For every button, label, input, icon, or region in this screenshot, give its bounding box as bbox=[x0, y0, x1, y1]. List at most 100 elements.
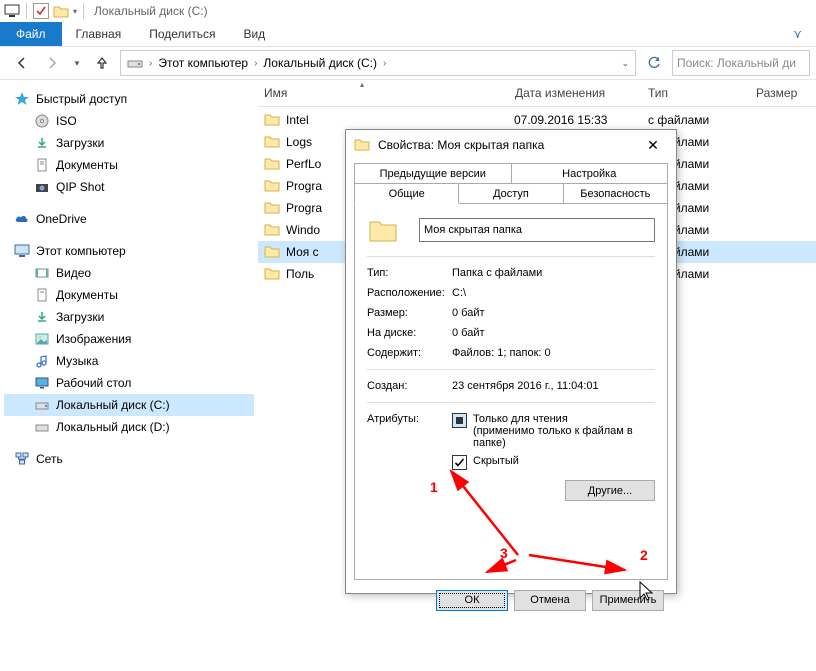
desktop-icon bbox=[34, 375, 50, 391]
tab-panel-general: Тип:Папка с файлами Расположение:C:\ Раз… bbox=[354, 204, 668, 580]
drive-icon bbox=[123, 55, 147, 71]
sidebar: Быстрый доступ ISO Загрузки Документы QI… bbox=[0, 80, 258, 671]
sidebar-item-drive-d[interactable]: Локальный диск (D:) bbox=[4, 416, 254, 438]
column-headers[interactable]: Имя ▴ Дата изменения Тип Размер bbox=[258, 80, 816, 107]
tab-general[interactable]: Общие bbox=[354, 183, 459, 204]
drive-icon bbox=[34, 397, 50, 413]
row-type: с файлами bbox=[648, 113, 816, 127]
sidebar-item-desktop[interactable]: Рабочий стол bbox=[4, 372, 254, 394]
checkbox-box-icon bbox=[452, 413, 467, 428]
ribbon-tab-home[interactable]: Главная bbox=[62, 22, 136, 46]
search-input[interactable]: Поиск: Локальный ди bbox=[672, 50, 810, 76]
sidebar-network[interactable]: Сеть bbox=[4, 448, 254, 470]
sidebar-item-qipshot[interactable]: QIP Shot bbox=[4, 176, 254, 198]
sidebar-thispc[interactable]: Этот компьютер bbox=[4, 240, 254, 262]
label-location: Расположение: bbox=[367, 287, 452, 299]
tab-prev-versions[interactable]: Предыдущие версии bbox=[354, 163, 512, 184]
value-size: 0 байт bbox=[452, 307, 485, 319]
forward-button[interactable] bbox=[40, 51, 64, 75]
other-attributes-button[interactable]: Другие... bbox=[565, 480, 655, 501]
label-attributes: Атрибуты: bbox=[367, 413, 452, 501]
camera-icon bbox=[34, 179, 50, 195]
folder-icon bbox=[264, 112, 280, 129]
folder-icon bbox=[264, 200, 280, 217]
value-created: 23 сентября 2016 г., 11:04:01 bbox=[452, 380, 599, 392]
col-date[interactable]: Дата изменения bbox=[515, 86, 605, 100]
checkbox-box-icon bbox=[452, 455, 467, 470]
folder-icon bbox=[53, 4, 69, 18]
checkbox-readonly[interactable]: Только для чтения(применимо только к фай… bbox=[452, 413, 655, 449]
properties-dialog: Свойства: Моя скрытая папка ✕ Предыдущие… bbox=[345, 129, 677, 594]
ribbon-file[interactable]: Файл bbox=[0, 22, 62, 46]
sidebar-item-documents[interactable]: Документы bbox=[4, 284, 254, 306]
nav-row: ▾ › Этот компьютер › Локальный диск (C:)… bbox=[0, 47, 816, 80]
sidebar-item-videos[interactable]: Видео bbox=[4, 262, 254, 284]
folder-icon bbox=[264, 222, 280, 239]
sidebar-item-iso[interactable]: ISO bbox=[4, 110, 254, 132]
label-contains: Содержит: bbox=[367, 347, 452, 359]
tab-security[interactable]: Безопасность bbox=[563, 183, 668, 204]
breadcrumb-drive[interactable]: Локальный диск (C:) bbox=[259, 54, 381, 72]
close-button[interactable]: ✕ bbox=[638, 130, 668, 160]
back-button[interactable] bbox=[10, 51, 34, 75]
sidebar-item-documents[interactable]: Документы bbox=[4, 154, 254, 176]
document-icon bbox=[34, 287, 50, 303]
sidebar-item-music[interactable]: Музыка bbox=[4, 350, 254, 372]
tab-sharing[interactable]: Доступ bbox=[458, 183, 563, 204]
dialog-titlebar[interactable]: Свойства: Моя скрытая папка ✕ bbox=[346, 130, 676, 160]
download-icon bbox=[34, 135, 50, 151]
qat-checkbox[interactable] bbox=[33, 3, 49, 19]
value-type: Папка с файлами bbox=[452, 267, 542, 279]
value-contains: Файлов: 1; папок: 0 bbox=[452, 347, 551, 359]
up-button[interactable] bbox=[90, 51, 114, 75]
video-icon bbox=[34, 265, 50, 281]
window-title: Локальный диск (C:) bbox=[94, 4, 208, 18]
drive-icon bbox=[34, 419, 50, 435]
sidebar-item-drive-c[interactable]: Локальный диск (C:) bbox=[4, 394, 254, 416]
folder-icon bbox=[264, 178, 280, 195]
address-dropdown[interactable]: ⌄ bbox=[617, 56, 633, 71]
cancel-button[interactable]: Отмена bbox=[514, 590, 586, 611]
checkbox-hidden[interactable]: Скрытый bbox=[452, 455, 655, 470]
label-ondisk: На диске: bbox=[367, 327, 452, 339]
sidebar-item-pictures[interactable]: Изображения bbox=[4, 328, 254, 350]
table-row[interactable]: Intel 07.09.2016 15:33 с файлами bbox=[258, 109, 816, 131]
folder-icon bbox=[264, 156, 280, 173]
folder-name-input[interactable] bbox=[419, 218, 655, 242]
apply-button[interactable]: Применить bbox=[592, 590, 664, 611]
sidebar-quick-access[interactable]: Быстрый доступ bbox=[4, 88, 254, 110]
label-type: Тип: bbox=[367, 267, 452, 279]
chevron-right-icon[interactable]: › bbox=[383, 58, 386, 69]
col-name[interactable]: Имя bbox=[264, 86, 287, 100]
folder-icon bbox=[264, 266, 280, 283]
refresh-button[interactable] bbox=[642, 51, 666, 75]
folder-icon bbox=[264, 244, 280, 261]
tab-customize[interactable]: Настройка bbox=[511, 163, 669, 184]
pc-icon bbox=[14, 243, 30, 259]
network-icon bbox=[14, 451, 30, 467]
ribbon-expand[interactable]: ⋎ bbox=[779, 22, 816, 46]
col-type[interactable]: Тип bbox=[648, 86, 668, 100]
chevron-right-icon[interactable]: › bbox=[149, 58, 152, 69]
breadcrumb-thispc[interactable]: Этот компьютер bbox=[154, 54, 252, 72]
ribbon-tab-view[interactable]: Вид bbox=[229, 22, 279, 46]
sidebar-item-downloads2[interactable]: Загрузки bbox=[4, 306, 254, 328]
recent-dropdown[interactable]: ▾ bbox=[70, 51, 84, 75]
row-name: Intel bbox=[286, 113, 506, 127]
value-ondisk: 0 байт bbox=[452, 327, 485, 339]
qat-dropdown[interactable]: ▾ bbox=[73, 7, 77, 16]
address-bar[interactable]: › Этот компьютер › Локальный диск (C:) ›… bbox=[120, 50, 636, 76]
value-location: C:\ bbox=[452, 287, 466, 299]
titlebar: ▾ Локальный диск (C:) bbox=[0, 0, 816, 22]
chevron-right-icon[interactable]: › bbox=[254, 58, 257, 69]
row-date: 07.09.2016 15:33 bbox=[514, 113, 607, 127]
ok-button[interactable]: ОК bbox=[436, 590, 508, 611]
sidebar-item-downloads[interactable]: Загрузки bbox=[4, 132, 254, 154]
sidebar-onedrive[interactable]: OneDrive bbox=[4, 208, 254, 230]
ribbon-tab-share[interactable]: Поделиться bbox=[135, 22, 229, 46]
sort-asc-icon: ▴ bbox=[360, 80, 364, 89]
star-icon bbox=[14, 91, 30, 107]
label-created: Создан: bbox=[367, 380, 452, 392]
col-size[interactable]: Размер bbox=[756, 86, 797, 100]
picture-icon bbox=[34, 331, 50, 347]
